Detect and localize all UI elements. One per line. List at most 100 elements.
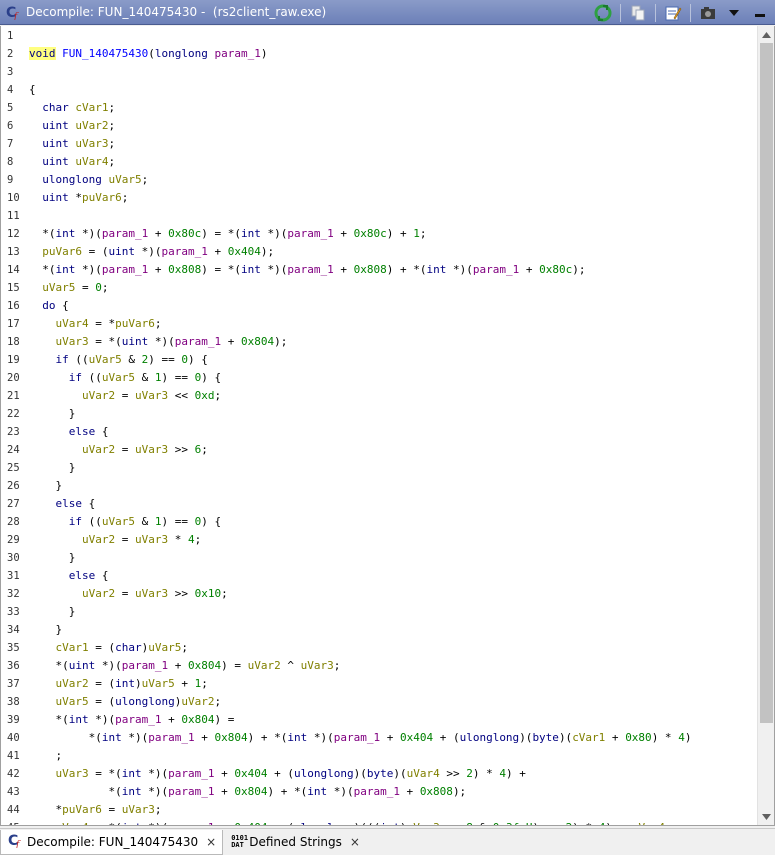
code-line: 33 } [1,603,756,621]
decompile-icon: C f [4,3,22,21]
code-line: 18 uVar3 = *(uint *)(param_1 + 0x804); [1,333,756,351]
code-line: 9 ulonglong uVar5; [1,171,756,189]
close-icon[interactable]: × [350,835,360,849]
snapshot-icon[interactable] [697,2,719,23]
code-line: 16 do { [1,297,756,315]
line-number: 18 [7,336,20,348]
line-number: 17 [7,318,20,330]
line-number: 22 [7,408,20,420]
window-title: Decompile: FUN_140475430 - (rs2client_ra… [26,5,327,19]
code-line: 5 char cVar1; [1,99,756,117]
scroll-up-arrow-icon[interactable] [758,26,774,43]
code-line: 11 [1,207,756,225]
line-number: 26 [7,480,20,492]
code-line: 39 *(int *)(param_1 + 0x804) = [1,711,756,729]
line-number: 23 [7,426,20,438]
line-number: 37 [7,678,20,690]
code-line: 8 uint uVar4; [1,153,756,171]
menu-chevron-icon[interactable] [723,2,745,23]
code-line: 37 uVar2 = (int)uVar5 + 1; [1,675,756,693]
line-number: 29 [7,534,20,546]
line-number: 31 [7,570,20,582]
code-line: 1 [1,27,756,45]
line-number: 42 [7,768,20,780]
minimize-icon[interactable] [749,2,771,23]
code-line: 45 uVar4 = *(int *)(param_1 + 0x404 + (u… [1,819,756,825]
line-number: 25 [7,462,20,474]
decompile-icon: C f [7,832,23,851]
code-line: 42 uVar3 = *(int *)(param_1 + 0x404 + (u… [1,765,756,783]
tab-label: Defined Strings [249,835,342,849]
code-line: 31 else { [1,567,756,585]
toolbar-separator [655,3,656,22]
edit-icon[interactable] [662,2,684,23]
line-number: 2 [7,48,14,60]
line-number: 39 [7,714,20,726]
line-number: 27 [7,498,20,510]
code-line: 32 uVar2 = uVar3 >> 0x10; [1,585,756,603]
line-number: 34 [7,624,20,636]
code-line: 2 void FUN_140475430(longlong param_1) [1,45,756,63]
code-line: 14 *(int *)(param_1 + 0x808) = *(int *)(… [1,261,756,279]
code-line: 19 if ((uVar5 & 2) == 0) { [1,351,756,369]
line-number: 35 [7,642,20,654]
code-lines: 1 2 void FUN_140475430(longlong param_1) … [1,26,756,825]
line-number: 30 [7,552,20,564]
toolbar-separator [690,3,691,22]
code-line: 4{ [1,81,756,99]
code-line: 17 uVar4 = *puVar6; [1,315,756,333]
code-line: 28 if ((uVar5 & 1) == 0) { [1,513,756,531]
line-number: 19 [7,354,20,366]
window-toolbar [592,2,771,23]
line-number: 28 [7,516,20,528]
line-number: 15 [7,282,20,294]
code-line: 23 else { [1,423,756,441]
svg-text:f: f [15,840,21,848]
scrollbar-thumb[interactable] [760,43,773,723]
code-line: 15 uVar5 = 0; [1,279,756,297]
line-number: 32 [7,588,20,600]
vertical-scrollbar[interactable] [757,26,774,825]
window-titlebar: C f Decompile: FUN_140475430 - (rs2clien… [0,0,775,25]
code-line: 44 *puVar6 = uVar3; [1,801,756,819]
code-line: 13 puVar6 = (uint *)(param_1 + 0x404); [1,243,756,261]
refresh-icon[interactable] [592,2,614,23]
line-number: 7 [7,138,14,150]
scroll-down-arrow-icon[interactable] [758,808,774,825]
code-line: 35 cVar1 = (char)uVar5; [1,639,756,657]
line-number: 21 [7,390,20,402]
line-number: 4 [7,84,14,96]
decompiler-code-view[interactable]: 1 2 void FUN_140475430(longlong param_1) … [0,26,775,826]
line-number: 44 [7,804,20,816]
line-number: 11 [7,210,20,222]
code-line: 10 uint *puVar6; [1,189,756,207]
tab-defined-strings[interactable]: 0101 DAT Defined Strings × [225,829,366,855]
line-number: 33 [7,606,20,618]
line-number: 43 [7,786,20,798]
line-number: 5 [7,102,14,114]
code-line: 6 uint uVar2; [1,117,756,135]
line-number: 3 [7,66,14,78]
code-line: 24 uVar2 = uVar3 >> 6; [1,441,756,459]
line-number: 24 [7,444,20,456]
copy-icon[interactable] [627,2,649,23]
tab-label: Decompile: FUN_140475430 [27,834,199,849]
code-line: 36 *(uint *)(param_1 + 0x804) = uVar2 ^ … [1,657,756,675]
line-number: 16 [7,300,20,312]
code-line: 3 [1,63,756,81]
code-line: 20 if ((uVar5 & 1) == 0) { [1,369,756,387]
code-line: 43 *(int *)(param_1 + 0x804) + *(int *)(… [1,783,756,801]
tab-decompile[interactable]: C f Decompile: FUN_140475430 × [0,829,224,855]
code-line: 27 else { [1,495,756,513]
code-line: 41 ; [1,747,756,765]
line-number: 6 [7,120,14,132]
code-line: 12 *(int *)(param_1 + 0x80c) = *(int *)(… [1,225,756,243]
code-line: 40 *(int *)(param_1 + 0x804) + *(int *)(… [1,729,756,747]
toolbar-separator [620,3,621,22]
close-icon[interactable]: × [206,835,216,849]
line-number: 14 [7,264,20,276]
line-number: 41 [7,750,20,762]
code-line: 7 uint uVar3; [1,135,756,153]
line-number: 38 [7,696,20,708]
code-line: 30 } [1,549,756,567]
